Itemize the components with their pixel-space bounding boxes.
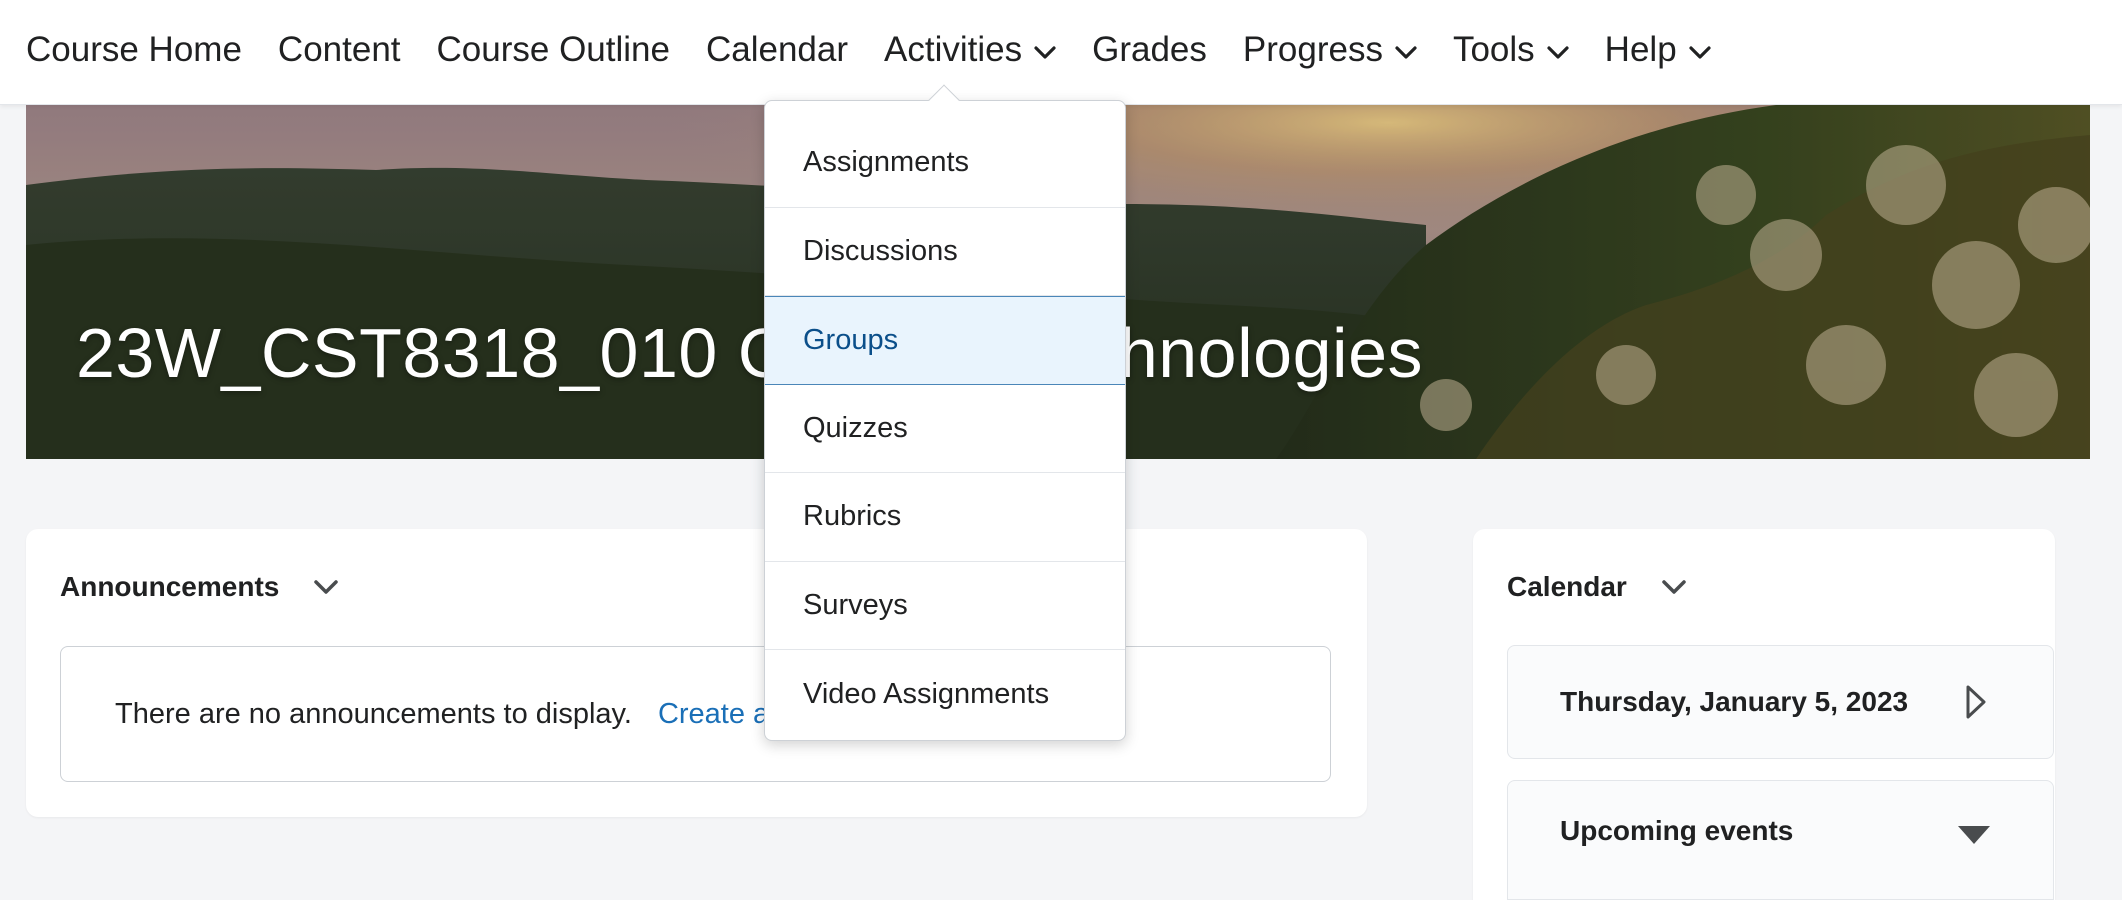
menu-item-label: Groups xyxy=(803,323,899,356)
menu-item-label: Surveys xyxy=(803,588,908,621)
menu-item-label: Video Assignments xyxy=(803,677,1050,710)
announcements-widget: Announcements There are no announcements… xyxy=(26,529,1367,817)
menu-item-groups[interactable]: Groups xyxy=(765,296,1125,385)
course-title-text-tail: hnologies xyxy=(1118,314,1423,392)
menu-item-assignments[interactable]: Assignments xyxy=(765,119,1125,208)
nav-item-label: Course Outline xyxy=(436,30,670,69)
calendar-header: Calendar xyxy=(1507,571,1687,603)
announcements-empty-box: There are no announcements to display. C… xyxy=(60,646,1331,782)
chevron-down-icon xyxy=(1547,46,1569,59)
chevron-down-icon xyxy=(1689,46,1711,59)
caret-down-icon[interactable] xyxy=(1957,825,1991,845)
nav-item-course-outline[interactable]: Course Outline xyxy=(437,0,670,100)
course-title-text: 23W_CST8318_010 C xyxy=(76,314,789,392)
nav-item-activities[interactable]: Activities xyxy=(884,0,1056,100)
nav-item-label: Help xyxy=(1604,30,1677,69)
nav-item-grades[interactable]: Grades xyxy=(1092,0,1207,100)
nav-item-label: Course Home xyxy=(26,30,242,69)
calendar-date: Thursday, January 5, 2023 xyxy=(1560,686,1909,717)
menu-item-label: Quizzes xyxy=(803,411,908,444)
nav-item-label: Progress xyxy=(1242,30,1383,69)
announcements-title: Announcements xyxy=(60,571,280,602)
nav-item-label: Calendar xyxy=(705,30,849,69)
nav-item-help[interactable]: Help xyxy=(1605,0,1711,100)
menu-item-video-assignments[interactable]: Video Assignments xyxy=(765,650,1125,739)
dropdown-list: Assignments Discussions Groups Quizzes R… xyxy=(765,101,1125,739)
nav-item-label: Activities xyxy=(884,30,1023,69)
nav-item-tools[interactable]: Tools xyxy=(1453,0,1569,100)
course-navbar: Course Home Content Course Outline Calen… xyxy=(0,0,2122,105)
calendar-widget: Calendar Thursday, January 5, 2023 Upcom… xyxy=(1473,529,2055,900)
calendar-date-row: Thursday, January 5, 2023 xyxy=(1507,645,2054,759)
nav-item-progress[interactable]: Progress xyxy=(1243,0,1417,100)
menu-item-rubrics[interactable]: Rubrics xyxy=(765,473,1125,562)
activities-dropdown-menu: Assignments Discussions Groups Quizzes R… xyxy=(764,84,1126,741)
next-day-icon[interactable] xyxy=(1965,684,1987,720)
menu-item-label: Assignments xyxy=(803,146,970,179)
nav-item-calendar[interactable]: Calendar xyxy=(706,0,848,100)
chevron-down-icon xyxy=(1395,46,1417,59)
nav-item-label: Tools xyxy=(1452,30,1535,69)
menu-item-quizzes[interactable]: Quizzes xyxy=(765,385,1125,473)
nav-item-course-home[interactable]: Course Home xyxy=(26,0,242,100)
menu-item-discussions[interactable]: Discussions xyxy=(765,208,1125,296)
chevron-down-icon[interactable] xyxy=(313,579,339,595)
announcements-empty-message: There are no announcements to display. xyxy=(115,697,632,730)
nav-item-label: Content xyxy=(277,30,401,69)
calendar-title: Calendar xyxy=(1507,571,1627,602)
menu-item-label: Discussions xyxy=(803,234,958,267)
announcements-header: Announcements xyxy=(60,571,339,603)
course-title: 23W_CST8318_010 C hnologies xyxy=(76,313,1423,393)
menu-item-label: Rubrics xyxy=(803,500,902,533)
nav-item-label: Grades xyxy=(1092,30,1207,69)
upcoming-events-label: Upcoming events xyxy=(1560,815,1794,846)
nav-item-content[interactable]: Content xyxy=(278,0,401,100)
menu-item-surveys[interactable]: Surveys xyxy=(765,562,1125,650)
chevron-down-icon xyxy=(1034,46,1056,59)
chevron-down-icon[interactable] xyxy=(1661,579,1687,595)
nav-list: Course Home Content Course Outline Calen… xyxy=(0,0,2122,100)
page: Course Home Content Course Outline Calen… xyxy=(0,0,2122,900)
upcoming-events-section: Upcoming events xyxy=(1507,780,2054,900)
